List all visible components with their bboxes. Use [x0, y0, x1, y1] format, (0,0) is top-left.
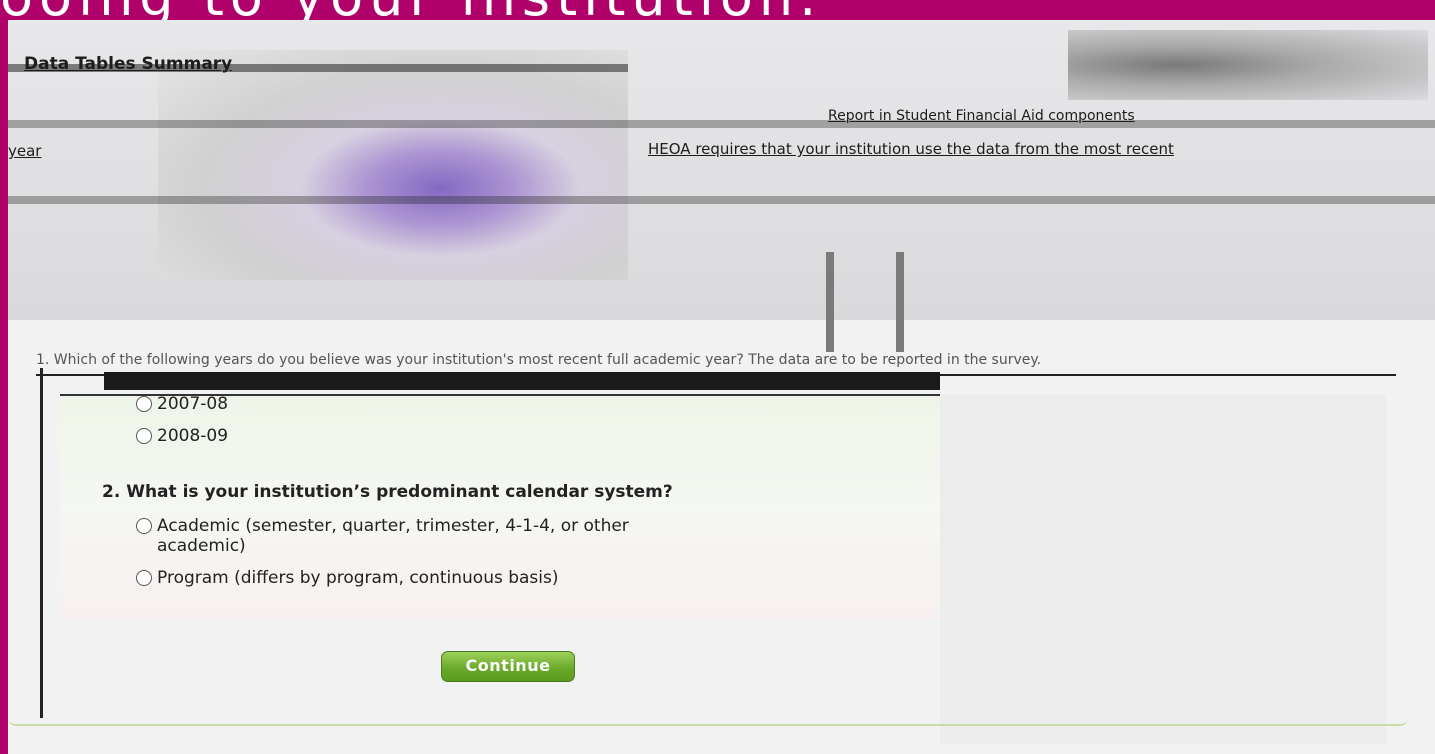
header-banner: Data Tables Summary year HEOA requires t…	[8, 20, 1435, 320]
banner-hera-text: HEOA requires that your institution use …	[648, 140, 1174, 158]
banner-top-right-text: Report in Student Financial Aid componen…	[828, 108, 1135, 124]
slide-title: ooing to your institution.	[0, 0, 1435, 20]
side-panel	[940, 394, 1386, 744]
window-bottom-border	[8, 718, 1408, 726]
continue-button[interactable]: Continue	[441, 651, 575, 682]
radio-button[interactable]	[136, 518, 152, 534]
radio-button[interactable]	[136, 396, 152, 412]
option-label-line2: academic)	[157, 536, 246, 556]
radio-button[interactable]	[136, 570, 152, 586]
survey-window: Data Tables Summary year HEOA requires t…	[8, 20, 1435, 754]
banner-photo	[158, 50, 628, 280]
question-1-overlay	[104, 372, 940, 390]
banner-strip	[8, 196, 1435, 204]
radio-button[interactable]	[136, 428, 152, 444]
banner-photo-right	[1068, 30, 1428, 100]
decor-pillar	[826, 252, 834, 352]
radio-option-2008-09[interactable]: 2008-09	[136, 426, 228, 446]
option-label: Academic (semester, quarter, trimester, …	[157, 516, 629, 556]
option-label: Program (differs by program, continuous …	[157, 568, 559, 588]
banner-line-prefix: year	[8, 142, 42, 160]
decor-pillar	[896, 252, 904, 352]
radio-option-academic[interactable]: Academic (semester, quarter, trimester, …	[136, 516, 629, 556]
option-label-line1: Academic (semester, quarter, trimester, …	[157, 516, 629, 536]
question-2-text: 2. What is your institution’s predominan…	[102, 482, 673, 502]
option-label: 2008-09	[157, 426, 229, 446]
banner-heading: Data Tables Summary	[24, 54, 233, 74]
radio-option-program[interactable]: Program (differs by program, continuous …	[136, 568, 559, 588]
option-label: 2007-08	[157, 394, 229, 414]
radio-option-2007-08[interactable]: 2007-08	[136, 394, 228, 414]
left-rule	[40, 368, 43, 718]
